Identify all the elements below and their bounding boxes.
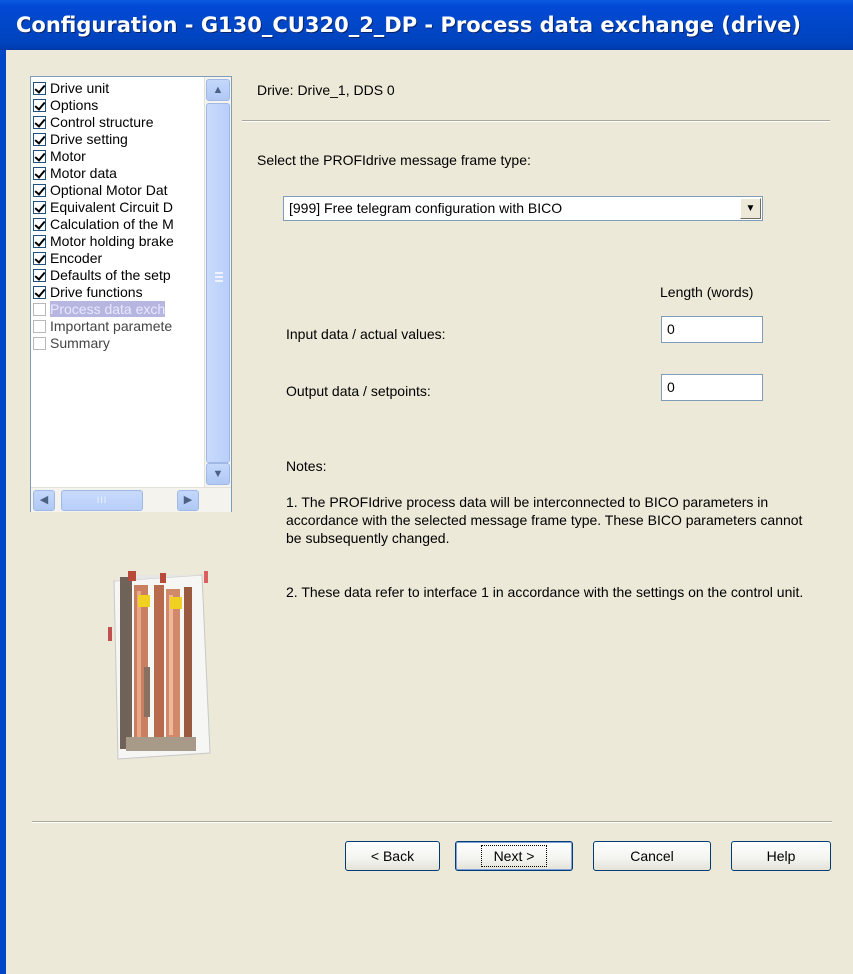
step-encoder[interactable]: Encoder bbox=[33, 250, 205, 267]
checkbox-unchecked[interactable] bbox=[33, 320, 46, 333]
checkbox-checked[interactable] bbox=[33, 150, 46, 163]
step-label: Optional Motor Dat bbox=[50, 182, 168, 198]
step-options[interactable]: Options bbox=[33, 97, 205, 114]
checkbox-unchecked[interactable] bbox=[33, 337, 46, 350]
checkbox-checked[interactable] bbox=[33, 252, 46, 265]
scroll-up-button[interactable]: ▲ bbox=[206, 79, 230, 101]
window-title: Configuration - G130_CU320_2_DP - Proces… bbox=[0, 0, 853, 50]
chevron-up-icon: ▲ bbox=[212, 84, 224, 96]
checkbox-checked[interactable] bbox=[33, 116, 46, 129]
chevron-down-icon: ▼ bbox=[745, 203, 756, 214]
step-drive-functions[interactable]: Drive functions bbox=[33, 284, 205, 301]
checkbox-checked[interactable] bbox=[33, 218, 46, 231]
checkbox-checked[interactable] bbox=[33, 201, 46, 214]
wizard-step-tree[interactable]: Drive unit Options Control structure Dri… bbox=[30, 76, 232, 512]
step-summary[interactable]: Summary bbox=[33, 335, 205, 352]
step-motor-data[interactable]: Motor data bbox=[33, 165, 205, 182]
step-label: Process data exch bbox=[50, 301, 166, 317]
step-defaults-setpoint[interactable]: Defaults of the setp bbox=[33, 267, 205, 284]
checkbox-checked[interactable] bbox=[33, 286, 46, 299]
checkbox-checked[interactable] bbox=[33, 269, 46, 282]
chevron-down-icon: ▼ bbox=[212, 468, 224, 480]
input-data-label: Input data / actual values: bbox=[286, 326, 446, 342]
checkbox-checked[interactable] bbox=[33, 82, 46, 95]
step-optional-motor-data[interactable]: Optional Motor Dat bbox=[33, 182, 205, 199]
input-length-field[interactable]: 0 bbox=[661, 316, 763, 343]
step-equivalent-circuit[interactable]: Equivalent Circuit D bbox=[33, 199, 205, 216]
telegram-type-dropdown[interactable]: [999] Free telegram configuration with B… bbox=[283, 196, 763, 221]
back-button[interactable]: < Back bbox=[345, 841, 440, 871]
output-length-field[interactable]: 0 bbox=[661, 374, 763, 401]
help-button[interactable]: Help bbox=[731, 841, 831, 871]
note-1: 1. The PROFIdrive process data will be i… bbox=[286, 494, 803, 546]
grip-icon: III bbox=[96, 495, 108, 505]
step-label: Drive unit bbox=[50, 80, 110, 96]
dropdown-button[interactable]: ▼ bbox=[740, 198, 761, 219]
step-label: Encoder bbox=[50, 250, 103, 266]
next-button[interactable]: Next > bbox=[455, 841, 573, 871]
grip-icon bbox=[215, 272, 223, 282]
checkbox-unchecked[interactable] bbox=[33, 303, 46, 316]
step-label: Defaults of the setp bbox=[50, 267, 171, 283]
vertical-scrollbar[interactable]: ▲ ▼ bbox=[204, 77, 231, 487]
step-calculation[interactable]: Calculation of the M bbox=[33, 216, 205, 233]
horizontal-scroll-thumb[interactable]: III bbox=[61, 490, 143, 511]
vertical-scroll-thumb[interactable] bbox=[206, 103, 230, 463]
chevron-left-icon: ◀ bbox=[39, 494, 49, 506]
checkbox-checked[interactable] bbox=[33, 167, 46, 180]
step-drive-unit[interactable]: Drive unit bbox=[33, 80, 205, 97]
step-motor[interactable]: Motor bbox=[33, 148, 205, 165]
length-column-header: Length (words) bbox=[660, 284, 754, 300]
scroll-left-button[interactable]: ◀ bbox=[33, 490, 55, 511]
cancel-button[interactable]: Cancel bbox=[593, 841, 711, 871]
divider bbox=[242, 120, 830, 122]
step-label: Drive setting bbox=[50, 131, 128, 147]
step-label: Drive functions bbox=[50, 284, 143, 300]
step-label: Motor data bbox=[50, 165, 117, 181]
notes-heading: Notes: bbox=[286, 458, 327, 474]
checkbox-checked[interactable] bbox=[33, 99, 46, 112]
output-data-label: Output data / setpoints: bbox=[286, 383, 431, 399]
scroll-right-button[interactable]: ▶ bbox=[177, 490, 199, 511]
step-process-data-exchange[interactable]: Process data exch bbox=[33, 301, 205, 318]
step-label: Equivalent Circuit D bbox=[50, 199, 173, 215]
step-important-parameters[interactable]: Important paramete bbox=[33, 318, 205, 335]
note-2: 2. These data refer to interface 1 in ac… bbox=[286, 584, 804, 600]
step-label: Calculation of the M bbox=[50, 216, 174, 232]
step-label: Control structure bbox=[50, 114, 154, 130]
horizontal-scrollbar[interactable]: ◀ III ▶ bbox=[31, 487, 231, 512]
step-label: Motor bbox=[50, 148, 86, 164]
drive-unit-image bbox=[108, 571, 211, 760]
next-button-label: Next > bbox=[480, 845, 548, 867]
step-drive-setting[interactable]: Drive setting bbox=[33, 131, 205, 148]
telegram-selected-value: [999] Free telegram configuration with B… bbox=[289, 200, 563, 216]
window-border bbox=[0, 50, 6, 974]
wizard-step-list: Drive unit Options Control structure Dri… bbox=[33, 80, 205, 352]
checkbox-checked[interactable] bbox=[33, 184, 46, 197]
chevron-right-icon: ▶ bbox=[183, 494, 193, 506]
telegram-select-label: Select the PROFIdrive message frame type… bbox=[257, 152, 531, 168]
step-label: Motor holding brake bbox=[50, 233, 174, 249]
checkbox-checked[interactable] bbox=[33, 235, 46, 248]
step-label: Options bbox=[50, 97, 99, 113]
footer-divider bbox=[32, 821, 832, 823]
drive-info-label: Drive: Drive_1, DDS 0 bbox=[257, 82, 395, 98]
checkbox-checked[interactable] bbox=[33, 133, 46, 146]
step-control-structure[interactable]: Control structure bbox=[33, 114, 205, 131]
step-label: Important paramete bbox=[50, 318, 173, 334]
step-motor-holding-brake[interactable]: Motor holding brake bbox=[33, 233, 205, 250]
step-label: Summary bbox=[50, 335, 110, 351]
scroll-down-button[interactable]: ▼ bbox=[206, 463, 230, 485]
